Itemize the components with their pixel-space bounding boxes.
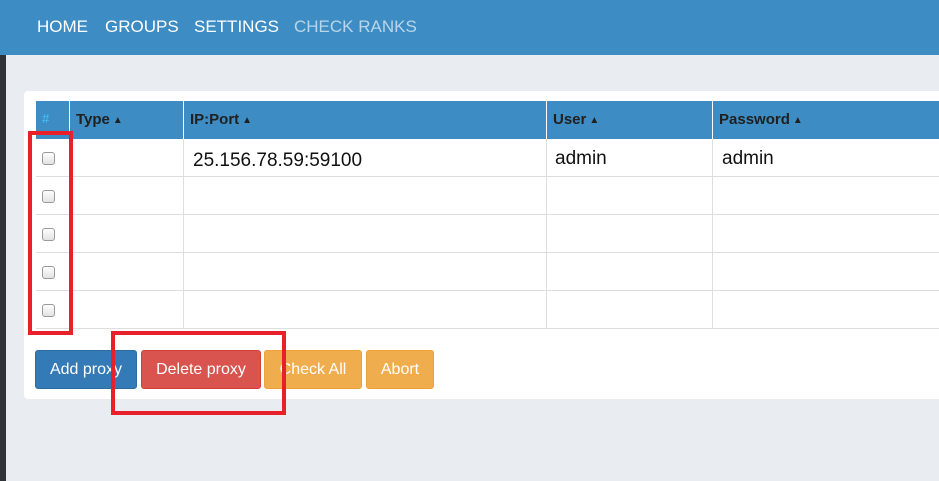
sort-icon: ▲︎ <box>792 115 803 126</box>
ip-port-cell <box>184 215 547 253</box>
user-cell <box>547 253 713 291</box>
type-cell <box>70 291 184 329</box>
left-edge-strip <box>0 55 6 481</box>
nav-home[interactable]: HOME <box>37 17 88 37</box>
sort-icon: ▲︎ <box>112 115 123 126</box>
select-cell <box>36 215 70 253</box>
select-cell <box>36 253 70 291</box>
row-checkbox[interactable] <box>42 152 55 165</box>
column-header-type[interactable]: Type ▲︎ <box>70 101 184 139</box>
password-cell <box>713 291 939 329</box>
table-row <box>36 291 939 329</box>
check-all-button[interactable]: Check All <box>264 350 362 389</box>
type-cell <box>70 177 184 215</box>
type-cell <box>70 253 184 291</box>
ip-port-header-label: IP:Port <box>190 111 240 128</box>
column-header-select: # <box>36 101 70 139</box>
row-checkbox[interactable] <box>42 304 55 317</box>
password-cell: admin <box>722 148 774 169</box>
user-cell <box>547 177 713 215</box>
type-cell <box>70 215 184 253</box>
type-header-label: Type <box>76 111 110 128</box>
row-checkbox[interactable] <box>42 228 55 241</box>
select-cell <box>36 177 70 215</box>
password-cell <box>713 253 939 291</box>
type-cell <box>70 139 184 177</box>
nav-groups[interactable]: GROUPS <box>105 17 179 37</box>
password-cell <box>713 215 939 253</box>
sort-icon: ▲︎ <box>242 115 253 126</box>
user-cell <box>547 215 713 253</box>
delete-proxy-button[interactable]: Delete proxy <box>141 350 261 389</box>
add-proxy-button[interactable]: Add proxy <box>35 350 137 389</box>
row-checkbox[interactable] <box>42 190 55 203</box>
table-row <box>36 177 939 215</box>
ip-port-cell <box>184 253 547 291</box>
abort-button[interactable]: Abort <box>366 350 434 389</box>
hash-label: # <box>42 111 50 126</box>
user-header-label: User <box>553 111 587 128</box>
ip-port-cell: 25.156.78.59:59100 <box>184 139 547 177</box>
row-checkbox[interactable] <box>42 266 55 279</box>
password-header-label: Password <box>719 111 790 128</box>
table-row <box>36 253 939 291</box>
nav-check-ranks[interactable]: CHECK RANKS <box>294 17 417 37</box>
select-cell <box>36 139 70 177</box>
select-cell <box>36 291 70 329</box>
column-header-user[interactable]: User ▲︎ <box>547 101 713 139</box>
password-cell <box>713 177 939 215</box>
table-row <box>36 215 939 253</box>
ip-port-cell <box>184 177 547 215</box>
column-header-password[interactable]: Password ▲︎ <box>713 101 939 139</box>
user-cell: admin <box>547 139 713 177</box>
sort-icon: ▲︎ <box>589 115 600 126</box>
table-row: 25.156.78.59:59100 admin admin <box>36 139 939 177</box>
nav-settings[interactable]: SETTINGS <box>194 17 279 37</box>
top-navbar: HOME GROUPS SETTINGS CHECK RANKS <box>0 0 939 55</box>
ip-port-cell <box>184 291 547 329</box>
user-cell <box>547 291 713 329</box>
column-header-ip-port[interactable]: IP:Port ▲︎ <box>184 101 547 139</box>
